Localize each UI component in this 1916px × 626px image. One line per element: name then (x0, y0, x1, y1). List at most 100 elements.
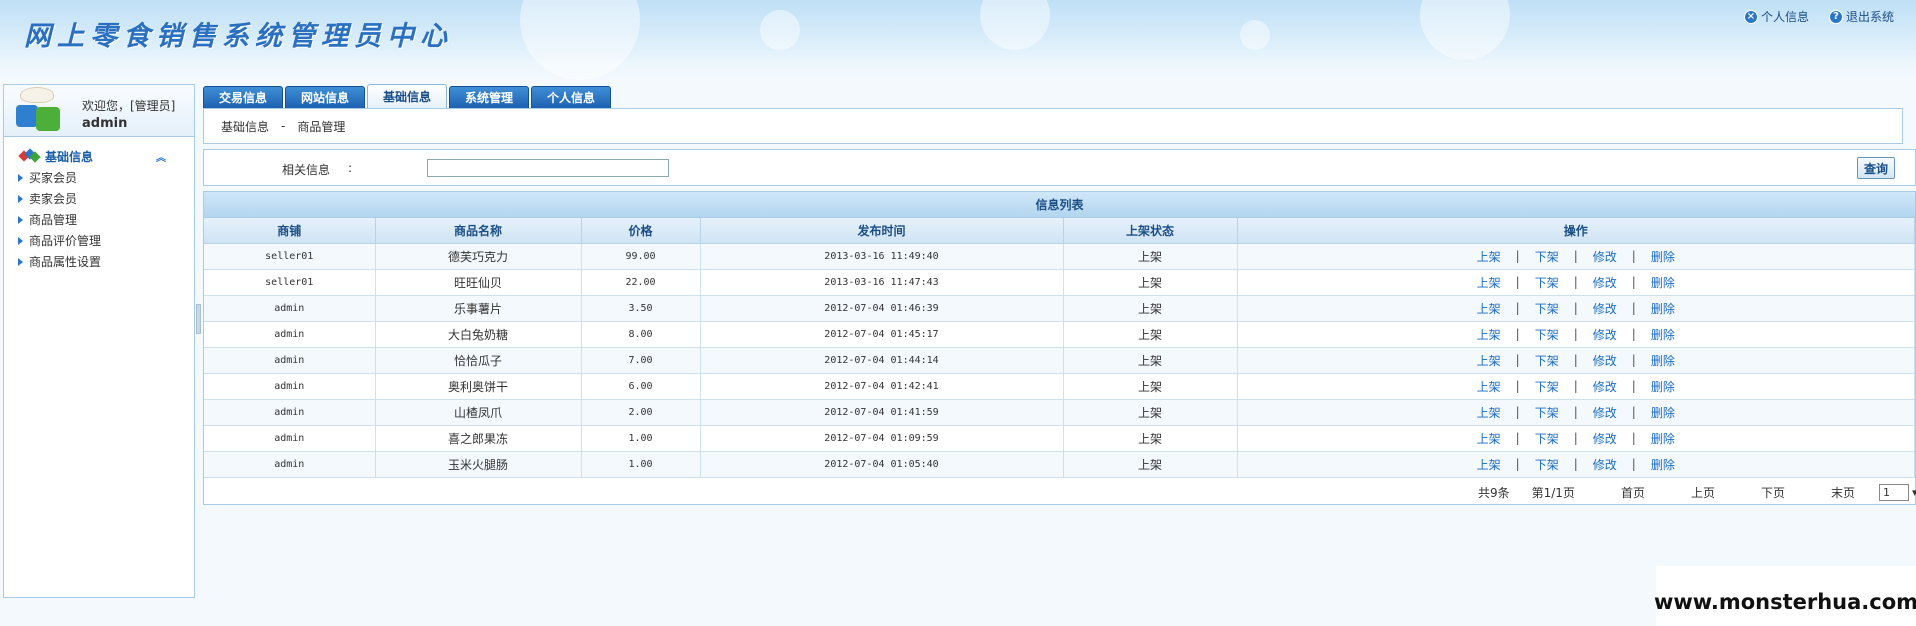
delete-action-link[interactable]: 删除 (1651, 430, 1675, 447)
cell-product-name: 乐事薯片 (375, 295, 582, 322)
edit-action-link[interactable]: 修改 (1593, 300, 1617, 317)
collapse-icon[interactable]: ︽ (156, 149, 166, 164)
cell-actions: 上架 | 下架 | 修改 | 删除 (1237, 243, 1915, 270)
search-colon: : (348, 161, 353, 175)
edit-action-link[interactable]: 修改 (1593, 430, 1617, 447)
cell-status: 上架 (1063, 451, 1238, 478)
sidebar-item-review-management[interactable]: 商品评价管理 (4, 230, 194, 251)
edit-action-link[interactable]: 修改 (1593, 274, 1617, 291)
delist-action-link[interactable]: 下架 (1535, 326, 1559, 343)
column-header-status: 上架状态 (1063, 218, 1238, 244)
sidebar-item-label: 商品属性设置 (29, 255, 102, 269)
delete-action-link[interactable]: 删除 (1651, 456, 1675, 473)
tab-trade-info[interactable]: 交易信息 (203, 86, 283, 108)
delete-action-link[interactable]: 删除 (1651, 404, 1675, 421)
info-list-panel: 信息列表 商铺 商品名称 价格 发布时间 上架状态 操作 seller01 德芙巧… (203, 191, 1916, 505)
column-header-product-name: 商品名称 (375, 218, 582, 244)
delist-action-link[interactable]: 下架 (1535, 248, 1559, 265)
cell-publish-time: 2012-07-04 01:05:40 (700, 451, 1064, 478)
cell-shop: admin (204, 321, 376, 348)
cell-status: 上架 (1063, 295, 1238, 322)
list-title: 信息列表 (204, 192, 1915, 218)
cell-actions: 上架 | 下架 | 修改 | 删除 (1237, 269, 1915, 296)
delist-action-link[interactable]: 下架 (1535, 404, 1559, 421)
list-action-link[interactable]: 上架 (1477, 456, 1501, 473)
cell-status: 上架 (1063, 269, 1238, 296)
caret-right-icon (18, 236, 23, 245)
edit-action-link[interactable]: 修改 (1593, 326, 1617, 343)
column-header-publish-time: 发布时间 (700, 218, 1064, 244)
action-separator: | (1515, 379, 1520, 393)
sidebar-item-attribute-settings[interactable]: 商品属性设置 (4, 251, 194, 272)
search-label: 相关信息 (282, 163, 331, 177)
sidebar-item-label: 商品管理 (29, 213, 78, 227)
action-separator: | (1515, 249, 1520, 263)
tab-bar: 交易信息 网站信息 基础信息 系统管理 个人信息 (203, 84, 611, 108)
list-action-link[interactable]: 上架 (1477, 274, 1501, 291)
cell-product-name: 德芙巧克力 (375, 243, 582, 270)
prev-page-link[interactable]: 上页 (1691, 484, 1715, 501)
delete-action-link[interactable]: 删除 (1651, 274, 1675, 291)
sidebar-item-label: 商品评价管理 (29, 234, 102, 248)
action-separator: | (1573, 405, 1578, 419)
tab-system-management[interactable]: 系统管理 (449, 86, 529, 108)
page-select[interactable]: 1 ▾ (1879, 483, 1916, 501)
delist-action-link[interactable]: 下架 (1535, 352, 1559, 369)
list-action-link[interactable]: 上架 (1477, 248, 1501, 265)
sidebar-item-product-management[interactable]: 商品管理 (4, 209, 194, 230)
cell-shop: admin (204, 373, 376, 400)
search-input[interactable] (427, 159, 669, 177)
query-button[interactable]: 查询 (1857, 157, 1895, 179)
cell-shop: admin (204, 399, 376, 426)
list-action-link[interactable]: 上架 (1477, 352, 1501, 369)
action-separator: | (1631, 249, 1636, 263)
edit-action-link[interactable]: 修改 (1593, 248, 1617, 265)
edit-action-link[interactable]: 修改 (1593, 404, 1617, 421)
caret-right-icon (18, 194, 23, 203)
edit-action-link[interactable]: 修改 (1593, 352, 1617, 369)
action-separator: | (1631, 275, 1636, 289)
tab-basic-info[interactable]: 基础信息 (367, 84, 447, 108)
first-page-link[interactable]: 首页 (1621, 484, 1645, 501)
action-separator: | (1573, 249, 1578, 263)
delete-action-link[interactable]: 删除 (1651, 352, 1675, 369)
delete-action-link[interactable]: 删除 (1651, 300, 1675, 317)
action-separator: | (1573, 379, 1578, 393)
delist-action-link[interactable]: 下架 (1535, 456, 1559, 473)
delete-action-link[interactable]: 删除 (1651, 326, 1675, 343)
last-page-link[interactable]: 末页 (1831, 484, 1855, 501)
action-separator: | (1631, 431, 1636, 445)
list-action-link[interactable]: 上架 (1477, 404, 1501, 421)
sidebar-item-buyer-members[interactable]: 买家会员 (4, 167, 194, 188)
product-table: 商铺 商品名称 价格 发布时间 上架状态 操作 seller01 德芙巧克力 99.… (204, 218, 1915, 478)
list-action-link[interactable]: 上架 (1477, 326, 1501, 343)
edit-action-link[interactable]: 修改 (1593, 378, 1617, 395)
tab-personal-info[interactable]: 个人信息 (531, 86, 611, 108)
delist-action-link[interactable]: 下架 (1535, 378, 1559, 395)
next-page-link[interactable]: 下页 (1761, 484, 1785, 501)
pagination: 共9条 第1/1页 首页 上页 下页 末页 1 ▾ (204, 480, 1916, 504)
delist-action-link[interactable]: 下架 (1535, 300, 1559, 317)
cell-shop: admin (204, 451, 376, 478)
table-row: admin 奥利奥饼干 6.00 2012-07-04 01:42:41 上架 上架 | 下架… (204, 373, 1915, 400)
delist-action-link[interactable]: 下架 (1535, 274, 1559, 291)
watermark: www.monsterhua.com (1654, 566, 1916, 626)
delete-action-link[interactable]: 删除 (1651, 248, 1675, 265)
action-separator: | (1573, 301, 1578, 315)
cell-status: 上架 (1063, 425, 1238, 452)
tab-site-info[interactable]: 网站信息 (285, 86, 365, 108)
personal-info-link[interactable]: × 个人信息 (1743, 8, 1809, 25)
section-icon (18, 148, 41, 163)
list-action-link[interactable]: 上架 (1477, 430, 1501, 447)
list-action-link[interactable]: 上架 (1477, 300, 1501, 317)
delete-action-link[interactable]: 删除 (1651, 378, 1675, 395)
menu-section-basic-info[interactable]: 基础信息 ︽ (4, 145, 194, 167)
logout-link[interactable]: ? 退出系统 (1828, 8, 1894, 25)
list-action-link[interactable]: 上架 (1477, 378, 1501, 395)
help-circle-icon: ? (1828, 9, 1843, 24)
breadcrumb-separator: - (281, 119, 286, 133)
edit-action-link[interactable]: 修改 (1593, 456, 1617, 473)
delist-action-link[interactable]: 下架 (1535, 430, 1559, 447)
sidebar-splitter-handle[interactable] (196, 304, 201, 334)
sidebar-item-seller-members[interactable]: 卖家会员 (4, 188, 194, 209)
